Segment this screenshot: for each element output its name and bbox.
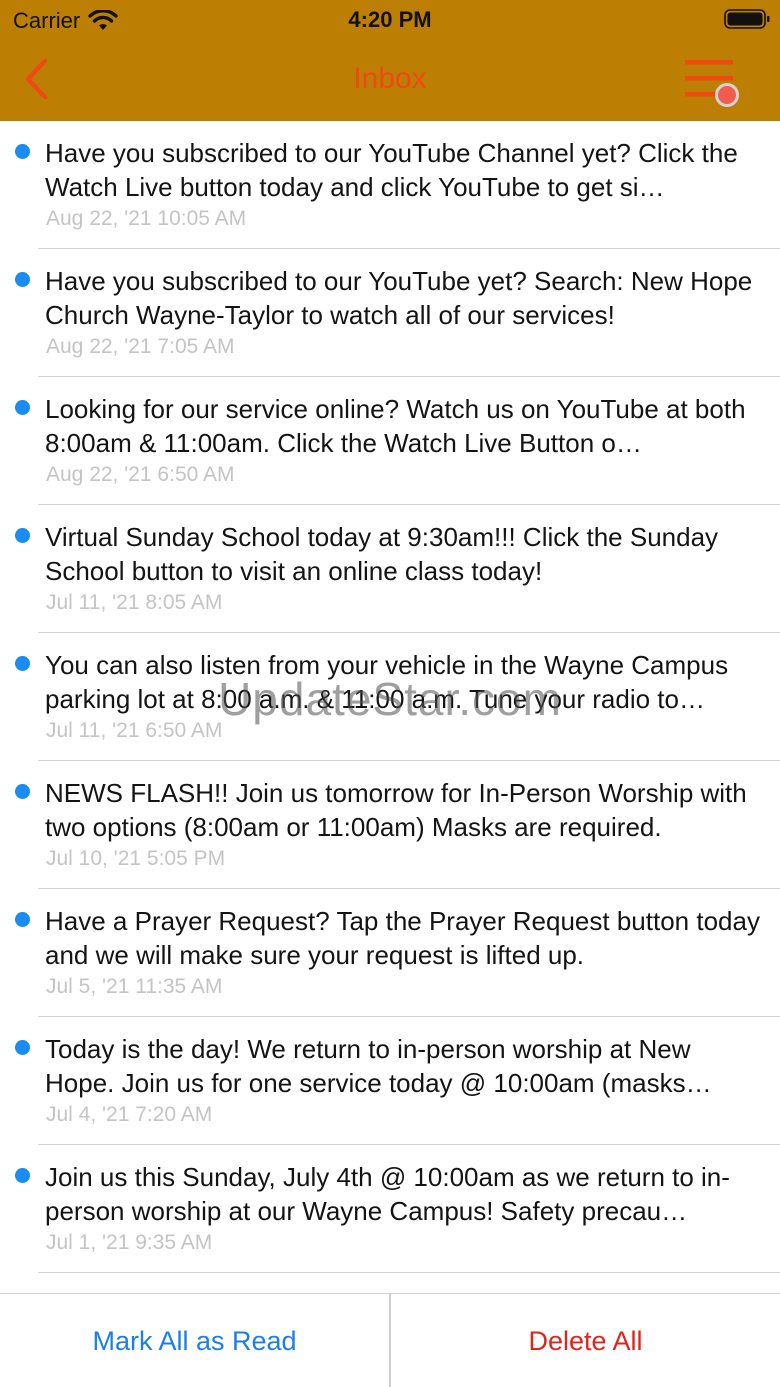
message-text: NEWS FLASH!! Join us tomorrow for In-Per… xyxy=(45,778,747,842)
inbox-message-row[interactable]: Virtual Sunday School today at 9:30am!!!… xyxy=(0,505,780,633)
unread-dot-icon xyxy=(15,912,30,927)
message-date: Aug 22, '21 7:05 AM xyxy=(46,335,235,358)
inbox-message-row[interactable]: Have you subscribed to our YouTube Chann… xyxy=(0,121,780,249)
unread-dot-icon xyxy=(15,1040,30,1055)
message-date: Jul 11, '21 6:50 AM xyxy=(46,719,223,742)
unread-dot-icon xyxy=(15,144,30,159)
unread-dot-icon xyxy=(15,784,30,799)
message-date: Aug 22, '21 6:50 AM xyxy=(46,463,235,486)
message-date: Jul 11, '21 8:05 AM xyxy=(46,591,223,614)
unread-dot-icon xyxy=(15,528,30,543)
page-title: Inbox xyxy=(353,62,427,95)
message-text: You can also listen from your vehicle in… xyxy=(45,650,729,714)
battery-icon xyxy=(724,9,770,29)
status-bar: Carrier 4:20 PM xyxy=(0,0,780,40)
mark-all-read-button[interactable]: Mark All as Read xyxy=(0,1294,389,1387)
message-text: Looking for our service online? Watch us… xyxy=(45,394,746,458)
hamburger-menu-icon[interactable] xyxy=(684,58,744,112)
inbox-message-row[interactable]: You can also listen from your vehicle in… xyxy=(0,633,780,761)
inbox-message-row[interactable]: Today is the day! We return to in-person… xyxy=(0,1017,780,1145)
message-text: Today is the day! We return to in-person… xyxy=(45,1034,712,1098)
inbox-message-row[interactable]: NEWS FLASH!! Join us tomorrow for In-Per… xyxy=(0,761,780,889)
unread-dot-icon xyxy=(15,272,30,287)
inbox-message-row[interactable]: Looking for our service online? Watch us… xyxy=(0,377,780,505)
inbox-list: Have you subscribed to our YouTube Chann… xyxy=(0,121,780,1293)
message-text: Virtual Sunday School today at 9:30am!!!… xyxy=(45,522,719,586)
message-date: Jul 4, '21 7:20 AM xyxy=(46,1103,213,1126)
inbox-message-row[interactable]: Have a Prayer Request? Tap the Prayer Re… xyxy=(0,889,780,1017)
status-time: 4:20 PM xyxy=(348,7,432,32)
message-text: Join us this Sunday, July 4th @ 10:00am … xyxy=(45,1162,730,1226)
unread-dot-icon xyxy=(15,400,30,415)
message-text: Have a Prayer Request? Tap the Prayer Re… xyxy=(45,906,760,970)
message-date: Aug 22, '21 10:05 AM xyxy=(46,207,247,230)
bottom-toolbar: Mark All as Read Delete All xyxy=(0,1293,780,1387)
message-date: Jul 10, '21 5:05 PM xyxy=(46,847,226,870)
app-header: Carrier 4:20 PM Inbox xyxy=(0,0,780,121)
message-date: Jul 1, '21 9:35 AM xyxy=(46,1231,213,1254)
message-text: Have you subscribed to our YouTube Chann… xyxy=(45,138,738,202)
unread-dot-icon xyxy=(15,1168,30,1183)
message-date: Jul 5, '21 11:35 AM xyxy=(46,975,223,998)
unread-dot-icon xyxy=(15,656,30,671)
delete-all-button[interactable]: Delete All xyxy=(391,1294,780,1387)
inbox-message-row[interactable]: Join us this Sunday, July 4th @ 10:00am … xyxy=(0,1145,780,1273)
inbox-message-row[interactable]: Have you subscribed to our YouTube yet? … xyxy=(0,249,780,377)
message-text: Have you subscribed to our YouTube yet? … xyxy=(45,266,753,330)
navigation-bar: Inbox xyxy=(0,40,780,121)
